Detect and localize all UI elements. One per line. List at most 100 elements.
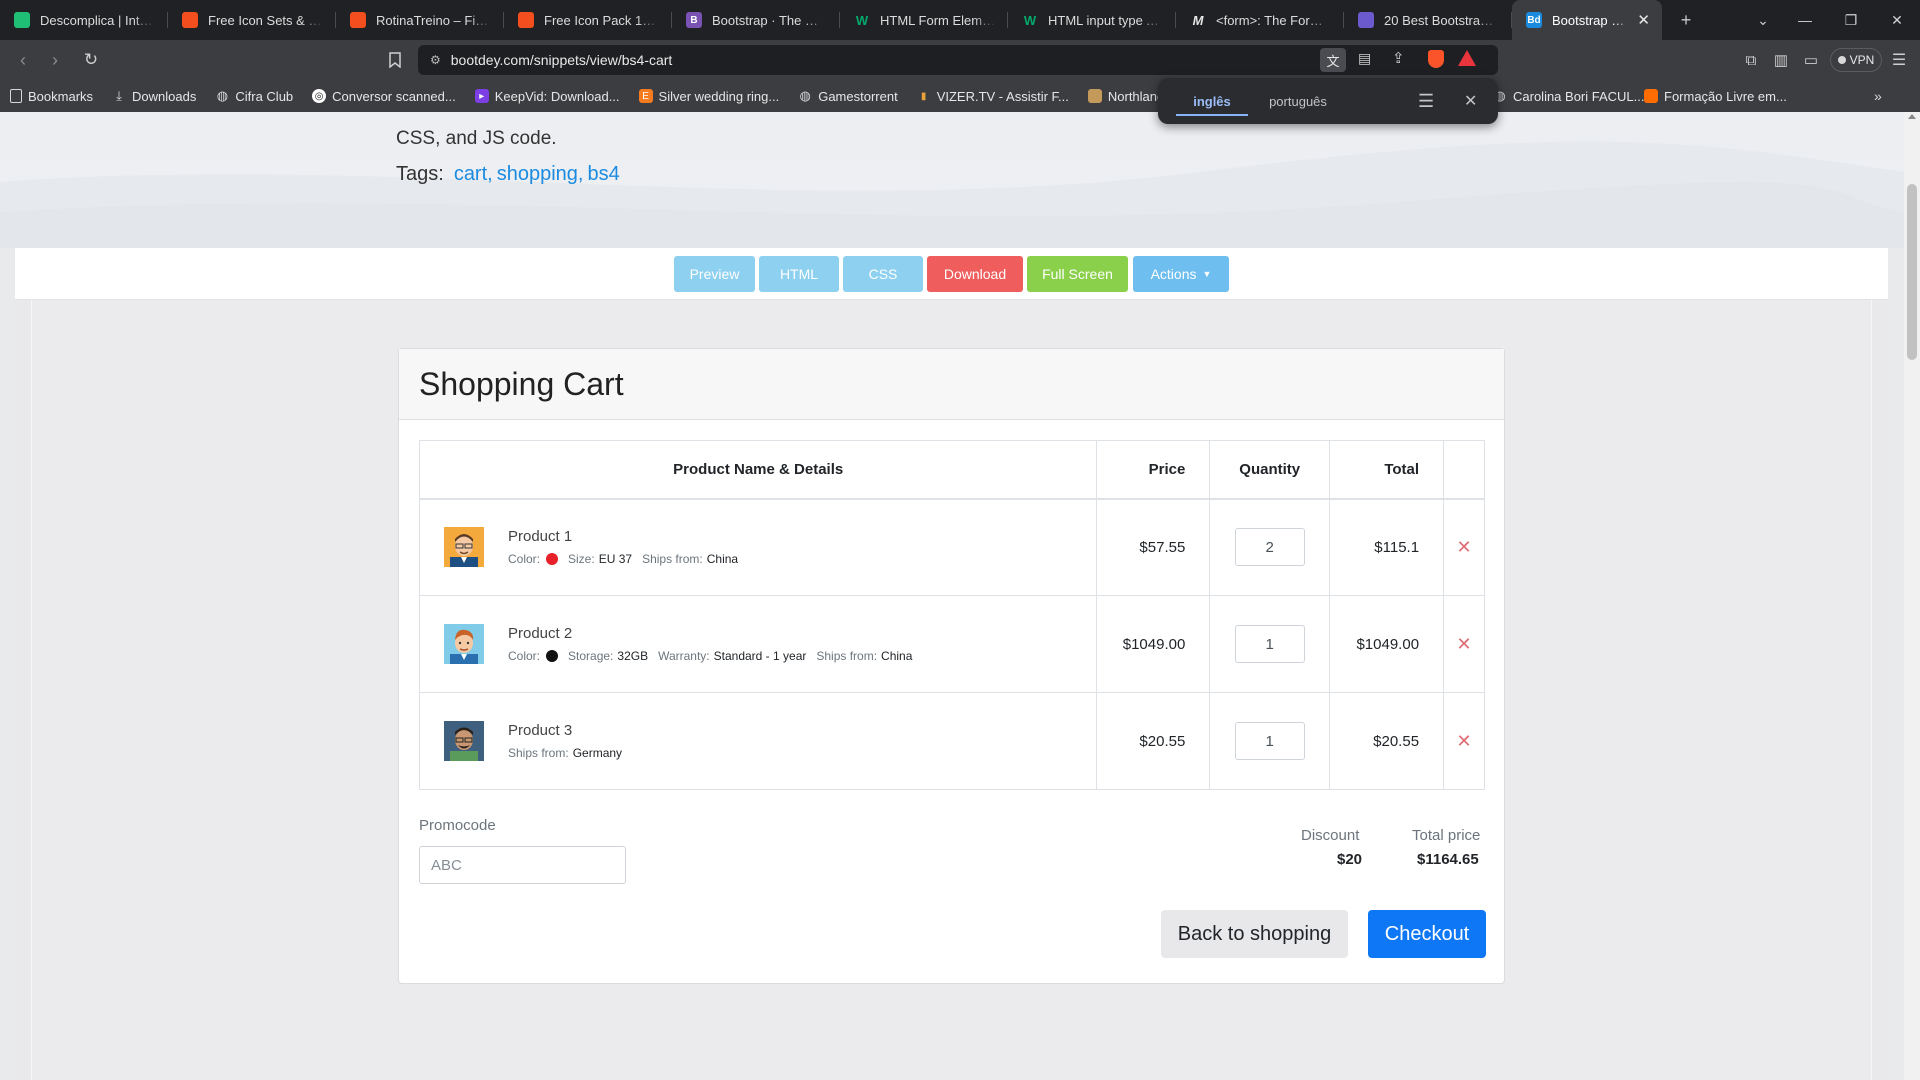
css-button[interactable]: CSS: [843, 256, 923, 292]
bookmark-item[interactable]: ◍ Cifra Club: [215, 88, 293, 104]
attr-value: 32GB: [617, 649, 649, 663]
globe-icon: ◍: [799, 88, 811, 103]
tags-label: Tags:: [396, 163, 444, 185]
tag-link-bs4[interactable]: bs4: [587, 163, 619, 186]
restore-button[interactable]: ❐: [1828, 0, 1874, 40]
snippet-toolbar: Preview HTML CSS Download Full Screen Ac…: [15, 248, 1888, 300]
actions-dropdown-button[interactable]: Actions ▼: [1133, 256, 1229, 292]
remove-item-icon[interactable]: ✕: [1443, 692, 1485, 790]
tab-title: HTML Form Elements: [880, 12, 996, 28]
remove-item-icon[interactable]: ✕: [1443, 595, 1485, 693]
table-header-row: Product Name & Details Price Quantity To…: [418, 440, 1485, 500]
translate-tab-portuguese[interactable]: português: [1248, 78, 1348, 124]
close-window-button[interactable]: ✕: [1874, 0, 1920, 40]
minimize-button[interactable]: —: [1782, 0, 1828, 40]
tab-title: Bootstrap html sn: [1552, 12, 1631, 28]
hero-wave-decoration: [0, 141, 1904, 248]
browser-tab[interactable]: 20 Best Bootstrap Dro: [1344, 0, 1512, 40]
translate-tab-english[interactable]: inglês: [1176, 78, 1248, 124]
back-to-shopping-button[interactable]: Back to shopping: [1161, 910, 1348, 958]
tab-title: Bootstrap · The most p: [712, 12, 828, 28]
back-arrow-icon[interactable]: ‹: [8, 45, 38, 75]
bookmark-label: Gamestorrent: [818, 88, 898, 104]
attr-label: Ships from:: [508, 746, 569, 760]
bookmark-label: VIZER.TV - Assistir F...: [936, 88, 1069, 104]
forward-arrow-icon[interactable]: ›: [40, 45, 70, 75]
more-bookmarks-icon[interactable]: »: [1874, 88, 1882, 104]
browser-tab[interactable]: Descomplica | Interme: [0, 0, 168, 40]
table-row: Product 2 Color: Storage: 32GB Warranty: S…: [418, 595, 1485, 693]
total-cell: $20.55: [1329, 692, 1445, 790]
tab-search-button[interactable]: ⌄: [1740, 0, 1786, 40]
checkout-button[interactable]: Checkout: [1368, 910, 1486, 958]
share-icon[interactable]: ⇪: [1392, 49, 1405, 67]
quantity-input[interactable]: [1234, 722, 1305, 760]
bookmark-label: Carolina Bori FACUL...: [1513, 88, 1645, 104]
bookmark-item[interactable]: E Silver wedding ring...: [638, 89, 779, 104]
address-bar[interactable]: ⚙ bootdey.com/snippets/view/bs4-cart 文 ▤…: [418, 45, 1498, 75]
translate-close-icon[interactable]: ✕: [1464, 91, 1477, 111]
bookmark-item[interactable]: ⤓ Downloads: [112, 88, 196, 104]
quantity-input[interactable]: [1234, 625, 1305, 663]
bookmark-item[interactable]: Formação Livre em...: [1644, 89, 1787, 104]
tag-separator: ,: [577, 163, 584, 185]
html-button[interactable]: HTML: [759, 256, 839, 292]
bookmark-page-icon[interactable]: [380, 45, 410, 75]
close-tab-icon[interactable]: ✕: [1637, 11, 1650, 29]
intro-text: CSS, and JS code.: [396, 128, 557, 149]
price-cell: $20.55: [1096, 692, 1211, 790]
browser-tab[interactable]: RotinaTreino – Figma: [336, 0, 504, 40]
browser-tab[interactable]: M <form>: The Form ele: [1176, 0, 1344, 40]
translate-options-icon[interactable]: ☰: [1418, 91, 1434, 112]
reader-mode-icon[interactable]: ▤: [1358, 50, 1371, 67]
scroll-up-icon[interactable]: [1908, 114, 1916, 119]
attr-label: Warranty:: [658, 649, 710, 663]
browser-tab[interactable]: W HTML input type Attri: [1008, 0, 1176, 40]
page-scrollbar[interactable]: [1904, 112, 1920, 1080]
preview-button[interactable]: Preview: [674, 256, 755, 292]
site-settings-icon[interactable]: ⚙: [430, 53, 441, 67]
brave-shields-icon[interactable]: [1428, 50, 1444, 68]
wallet-icon[interactable]: ▭: [1796, 45, 1826, 75]
column-header-remove: [1443, 440, 1485, 500]
menu-icon[interactable]: ☰: [1884, 45, 1914, 75]
bookmark-item[interactable]: ◎ Conversor scanned...: [312, 89, 456, 104]
browser-tab[interactable]: Free Icon Sets & Icon: [168, 0, 336, 40]
scrollbar-thumb[interactable]: [1907, 184, 1917, 360]
browser-tab-active[interactable]: Bd Bootstrap html sn ✕: [1512, 0, 1662, 40]
total-price-label: Total price: [1412, 827, 1481, 844]
translate-icon[interactable]: 文: [1320, 48, 1346, 72]
full-screen-button[interactable]: Full Screen: [1027, 256, 1128, 292]
browser-tab[interactable]: Free Icon Pack 1800+: [504, 0, 672, 40]
url-text: bootdey.com/snippets/view/bs4-cart: [450, 52, 673, 68]
browser-tab[interactable]: W HTML Form Elements: [840, 0, 1008, 40]
translate-popup: inglês português ☰ ✕: [1158, 78, 1498, 124]
promocode-input[interactable]: [419, 846, 626, 884]
bookmark-item[interactable]: ◍ Gamestorrent: [798, 88, 898, 104]
bookmark-item[interactable]: ▸ KeepVid: Download...: [474, 89, 620, 104]
discount-value: $20: [1337, 851, 1363, 868]
download-button[interactable]: Download: [927, 256, 1023, 292]
quantity-input[interactable]: [1234, 528, 1305, 567]
table-row: Product 3 Ships from:Germany $20.55 $20.…: [418, 692, 1485, 790]
tab-title: RotinaTreino – Figma: [376, 12, 492, 28]
tab-title: Free Icon Sets & Icon: [208, 12, 324, 28]
reload-icon[interactable]: ↻: [76, 45, 106, 75]
product-cell: Product 1 Color: Size: EU 37 Ships from: C…: [420, 527, 1096, 568]
brave-rewards-icon[interactable]: [1458, 50, 1476, 66]
extensions-icon[interactable]: ⧉: [1736, 45, 1766, 75]
tag-link-shopping[interactable]: shopping: [497, 163, 578, 186]
attr-value: Germany: [572, 746, 623, 760]
bookmark-item[interactable]: Bookmarks: [10, 89, 93, 104]
bookmarks-folder-icon: [10, 89, 22, 103]
tag-link-cart[interactable]: cart: [454, 163, 487, 186]
shopping-cart-card: Shopping Cart Product Name & Details Pri…: [398, 348, 1505, 984]
new-tab-button[interactable]: +: [1666, 0, 1706, 40]
bookmark-item[interactable]: ▮ VIZER.TV - Assistir F...: [917, 89, 1069, 104]
product-name: Product 1: [508, 528, 573, 546]
vpn-button[interactable]: VPN: [1830, 48, 1882, 72]
sidebar-icon[interactable]: ▥: [1766, 45, 1796, 75]
remove-item-icon[interactable]: ✕: [1443, 498, 1485, 596]
bookmark-item[interactable]: ◍ Carolina Bori FACUL...: [1493, 88, 1645, 104]
browser-tab[interactable]: B Bootstrap · The most p: [672, 0, 840, 40]
